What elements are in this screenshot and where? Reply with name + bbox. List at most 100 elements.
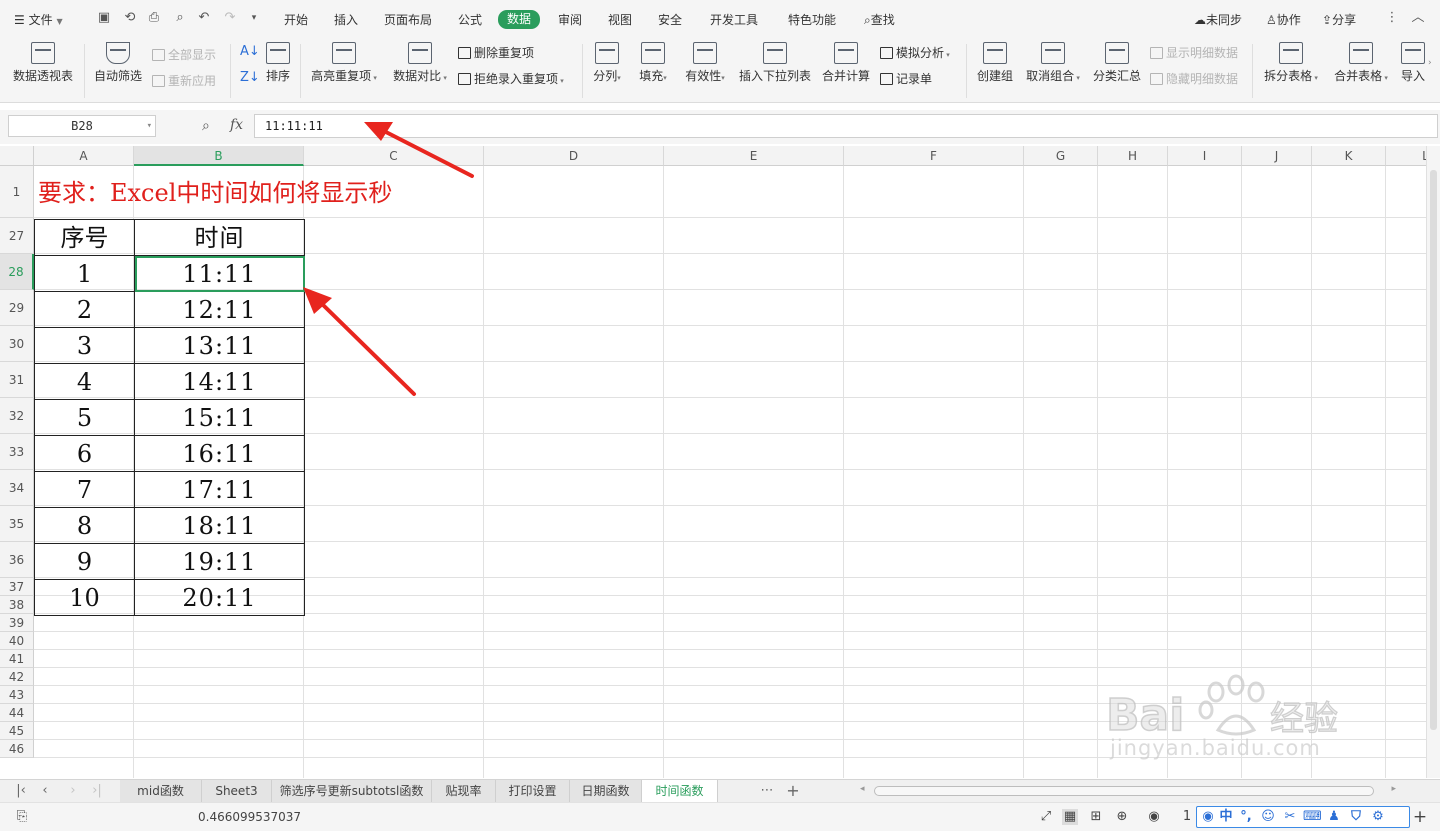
record-form-button[interactable]: 记录单 [880, 70, 932, 87]
row-header-32[interactable]: 32 [0, 398, 34, 434]
time-cell[interactable]: 16:11 [134, 435, 305, 472]
sort-descending-icon[interactable]: Z↓ [240, 70, 260, 85]
seq-cell[interactable]: 4 [34, 363, 135, 400]
row-header-40[interactable]: 40 [0, 632, 34, 650]
time-cell[interactable]: 13:11 [134, 327, 305, 364]
sheet-tab[interactable]: mid函数 [120, 780, 202, 803]
merge-table-button[interactable]: 合并表格 ▾ [1332, 42, 1390, 84]
time-cell[interactable]: 12:11 [134, 291, 305, 328]
select-all-corner[interactable] [0, 146, 34, 166]
row-header-45[interactable]: 45 [0, 722, 34, 740]
last-sheet-icon[interactable]: ›| [90, 783, 104, 799]
column-header-h[interactable]: H [1098, 146, 1168, 166]
collapse-ribbon-icon[interactable]: ︿ [1410, 10, 1426, 26]
seq-cell[interactable]: 3 [34, 327, 135, 364]
column-header-j[interactable]: J [1242, 146, 1312, 166]
time-cell[interactable]: 11:11 [134, 255, 305, 292]
page-layout-view-icon[interactable]: ⊕ [1114, 809, 1130, 825]
tab-page-layout[interactable]: 页面布局 [384, 11, 432, 29]
row-header-36[interactable]: 36 [0, 542, 34, 578]
macro-record-icon[interactable]: ⎘ [14, 809, 30, 825]
row-header-27[interactable]: 27 [0, 218, 34, 254]
save-icon[interactable]: ▣ [96, 10, 112, 26]
redo-icon[interactable]: ↷ [222, 10, 238, 26]
validity-button[interactable]: 有效性▾ [682, 42, 728, 84]
column-header-f[interactable]: F [844, 146, 1024, 166]
zoom-level[interactable]: 1 [1182, 809, 1192, 825]
data-compare-button[interactable]: 数据对比 ▾ [390, 42, 450, 84]
subtotal-button[interactable]: 分类汇总 [1092, 42, 1142, 84]
first-sheet-icon[interactable]: |‹ [14, 783, 28, 799]
tab-formulas[interactable]: 公式 [458, 11, 482, 29]
row-header-46[interactable]: 46 [0, 740, 34, 758]
column-header-d[interactable]: D [484, 146, 664, 166]
split-column-button[interactable]: 分列▾ [590, 42, 624, 84]
horizontal-scrollbar[interactable]: ◂ ▸ [860, 784, 1396, 798]
cloud-save-icon[interactable]: ⟲ [122, 10, 138, 26]
more-sheets-icon[interactable]: ⋯ [760, 783, 774, 799]
ribbon-scroll-right-icon[interactable]: › [1428, 58, 1432, 68]
row-header-1[interactable]: 1 [0, 166, 34, 218]
row-header-42[interactable]: 42 [0, 668, 34, 686]
column-header-e[interactable]: E [664, 146, 844, 166]
vertical-scrollbar-thumb[interactable] [1430, 170, 1437, 730]
time-cell[interactable]: 18:11 [134, 507, 305, 544]
spreadsheet-grid[interactable]: ABCDEFGHIJKL 1 27 28 29 30 31 32 33 34 35 36 37 38 39… [0, 146, 1426, 778]
emoji-icon[interactable]: ☺ [1259, 808, 1277, 826]
row-header-43[interactable]: 43 [0, 686, 34, 704]
page-break-view-icon[interactable]: ⊞ [1088, 809, 1104, 825]
highlight-duplicates-button[interactable]: 高亮重复项 ▾ [308, 42, 380, 84]
time-cell[interactable]: 17:11 [134, 471, 305, 508]
auto-filter-button[interactable]: 自动筛选 [92, 42, 144, 84]
split-table-button[interactable]: 拆分表格 ▾ [1262, 42, 1320, 84]
vertical-scrollbar[interactable] [1426, 146, 1440, 778]
pivot-table-button[interactable]: 数据透视表 [12, 42, 74, 84]
row-header-41[interactable]: 41 [0, 650, 34, 668]
tab-developer[interactable]: 开发工具 [710, 11, 758, 29]
keyboard-icon[interactable]: ⌨ [1303, 808, 1322, 826]
time-cell[interactable]: 19:11 [134, 543, 305, 580]
import-button[interactable]: 导入 [1400, 42, 1426, 84]
row-header-30[interactable]: 30 [0, 326, 34, 362]
row-header-35[interactable]: 35 [0, 506, 34, 542]
undo-icon[interactable]: ↶ [196, 10, 212, 26]
ime-mode[interactable]: 中 [1217, 808, 1235, 826]
seq-cell[interactable]: 5 [34, 399, 135, 436]
row-header-28[interactable]: 28 [0, 254, 34, 290]
tab-view[interactable]: 视图 [608, 11, 632, 29]
sheet-tab[interactable]: 打印设置 [496, 780, 570, 803]
skin-icon[interactable]: ⛉ [1347, 808, 1365, 826]
column-header-g[interactable]: G [1024, 146, 1098, 166]
tab-home[interactable]: 开始 [284, 11, 308, 29]
sheet-tab[interactable]: 日期函数 [570, 780, 642, 803]
remove-duplicates-button[interactable]: 删除重复项 [458, 44, 534, 61]
seq-cell[interactable]: 7 [34, 471, 135, 508]
seq-cell[interactable]: 2 [34, 291, 135, 328]
customize-toolbar-icon[interactable]: ▾ [246, 10, 262, 26]
next-sheet-icon[interactable]: › [66, 783, 80, 799]
seq-cell[interactable]: 9 [34, 543, 135, 580]
reapply-button[interactable]: 重新应用 [152, 72, 216, 89]
formula-input[interactable]: 11:11:11 [254, 114, 1438, 138]
sync-status-button[interactable]: ☁未同步 [1194, 11, 1242, 29]
eye-protection-icon[interactable]: ◉ [1146, 809, 1162, 825]
file-menu[interactable]: ☰ 文件 ▼ [14, 11, 63, 29]
row-header-39[interactable]: 39 [0, 614, 34, 632]
seq-cell[interactable]: 8 [34, 507, 135, 544]
zoom-in-icon[interactable]: + [1412, 809, 1428, 826]
zoom-formula-icon[interactable]: ⌕ [202, 118, 210, 134]
add-sheet-icon[interactable]: + [786, 783, 800, 799]
name-box[interactable]: B28 ▾ [8, 115, 156, 137]
header-cell-seq[interactable]: 序号 [34, 219, 135, 256]
row-header-44[interactable]: 44 [0, 704, 34, 722]
previous-sheet-icon[interactable]: ‹ [38, 783, 52, 799]
user-icon[interactable]: ♟ [1325, 808, 1343, 826]
fill-button[interactable]: 填充▾ [636, 42, 670, 84]
tab-insert[interactable]: 插入 [334, 11, 358, 29]
show-detail-button[interactable]: 显示明细数据 [1150, 44, 1238, 61]
scroll-right-icon[interactable]: ▸ [1391, 784, 1396, 794]
column-header-l[interactable]: L [1386, 146, 1426, 166]
scissors-icon[interactable]: ✂ [1281, 808, 1299, 826]
print-icon[interactable]: ⎙ [146, 10, 162, 26]
header-cell-time[interactable]: 时间 [134, 219, 305, 256]
